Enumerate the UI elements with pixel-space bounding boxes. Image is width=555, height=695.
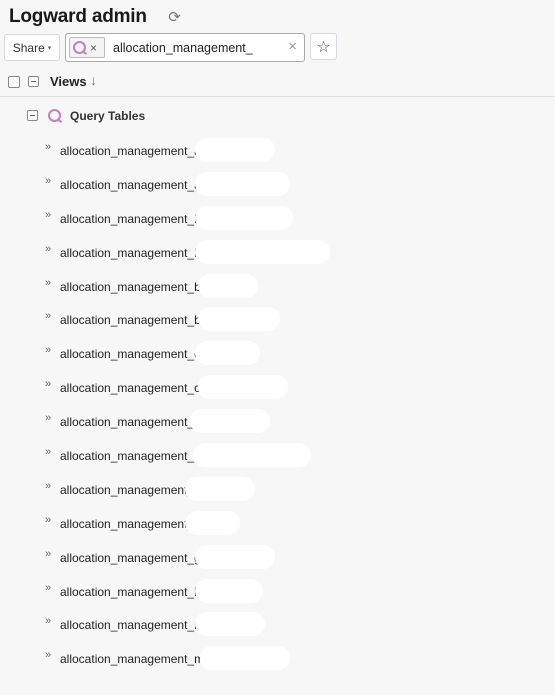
list-item[interactable]: » allocation_management_c (0, 341, 555, 377)
view-list: » allocation_management_a » allocation_mana… (0, 138, 555, 682)
list-item-label: allocation_management_a (60, 144, 201, 158)
list-item[interactable]: » allocation_management_ (0, 510, 555, 547)
list-item-label: allocation_management_a (60, 177, 201, 192)
query-icon (48, 109, 61, 122)
list-item[interactable]: » allocation_management_a (0, 138, 555, 174)
select-all-checkbox[interactable] (8, 76, 20, 88)
expand-chevron-icon[interactable]: » (45, 277, 51, 289)
redaction-mask (195, 138, 275, 162)
redaction-mask (195, 341, 260, 366)
redaction-mask (200, 646, 290, 671)
page-title: Logward admin (9, 6, 147, 27)
chevron-down-icon: ▾ (47, 44, 52, 52)
list-item-label: allocation_management_m (60, 618, 205, 633)
clear-search-icon[interactable]: × (288, 38, 297, 56)
redaction-mask (195, 171, 290, 196)
list-item[interactable]: » allocation_management_a (0, 171, 555, 208)
views-label[interactable]: Views (50, 74, 87, 89)
expand-chevron-icon[interactable]: » (45, 243, 51, 255)
list-item[interactable]: » allocation_management_ (0, 476, 555, 513)
redaction-mask (195, 544, 275, 569)
expand-chevron-icon[interactable]: » (45, 514, 51, 526)
sort-arrow-icon[interactable]: ↓ (90, 72, 97, 88)
redaction-mask (195, 578, 263, 603)
expand-chevron-icon[interactable]: » (45, 209, 51, 221)
list-item-label: allocation_management_g (60, 550, 201, 565)
list-item[interactable]: » allocation_management_e (0, 443, 555, 479)
redaction-mask (195, 239, 330, 264)
expand-chevron-icon[interactable]: » (45, 615, 51, 627)
list-item-label: allocation_management_B (60, 211, 203, 226)
search-input[interactable] (113, 39, 283, 57)
expand-chevron-icon[interactable]: » (45, 548, 51, 560)
expand-chevron-icon[interactable]: » (45, 446, 51, 458)
list-item-label: allocation_management_m (60, 652, 205, 667)
redaction-mask (190, 409, 270, 434)
redaction-mask (185, 476, 255, 501)
expand-chevron-icon[interactable]: » (45, 344, 51, 356)
views-header: Views ↓ (0, 70, 555, 97)
redaction-mask (195, 205, 293, 230)
list-item[interactable]: » allocation_management_l (0, 578, 555, 615)
list-item-label: allocation_management_e (60, 415, 201, 430)
list-item-label: allocation_management_ (60, 516, 195, 531)
search-box: × × (65, 33, 305, 62)
expand-chevron-icon[interactable]: » (45, 378, 51, 390)
redaction-mask (198, 375, 288, 400)
expand-chevron-icon[interactable]: » (45, 649, 51, 661)
share-button[interactable]: Share ▾ (4, 34, 60, 61)
list-item[interactable]: » allocation_management_co (0, 375, 555, 411)
share-label: Share (12, 40, 45, 55)
list-item-label: allocation_management_e (60, 449, 201, 464)
expand-chevron-icon[interactable]: » (45, 582, 51, 594)
query-icon (73, 41, 86, 54)
collapse-all-icon[interactable] (28, 76, 39, 87)
list-item-label: allocation_management_bo (60, 313, 208, 328)
list-item[interactable]: » allocation_management_m (0, 646, 555, 682)
expand-chevron-icon[interactable]: » (45, 175, 51, 187)
redaction-mask (193, 443, 311, 468)
list-item-label: allocation_management_bo (60, 279, 208, 294)
list-item[interactable]: » allocation_management_bo (0, 307, 555, 343)
remove-filter-icon[interactable]: × (90, 42, 97, 54)
redaction-mask (195, 612, 265, 637)
list-item-label: allocation_management_l (60, 584, 197, 599)
expand-chevron-icon[interactable]: » (45, 480, 51, 492)
redaction-mask (198, 307, 280, 332)
list-item[interactable]: » allocation_management_bo (0, 273, 555, 310)
list-item-label: allocation_management_co (60, 381, 207, 396)
expand-chevron-icon[interactable]: » (45, 310, 51, 322)
list-item[interactable]: » allocation_management_e (0, 409, 555, 445)
list-item-label: allocation_management_ (60, 482, 195, 497)
collapse-group-icon[interactable] (27, 110, 38, 121)
list-item-label: allocation_management_c (60, 347, 201, 362)
group-label: Query Tables (70, 109, 146, 123)
star-icon: ☆ (316, 38, 331, 56)
expand-chevron-icon[interactable]: » (45, 412, 51, 424)
refresh-icon[interactable]: ⟳ (166, 9, 183, 26)
redaction-mask (185, 510, 240, 535)
redaction-mask (198, 273, 258, 298)
favorite-button[interactable]: ☆ (310, 33, 337, 60)
list-item[interactable]: » allocation_management_g (0, 544, 555, 581)
list-item-label: allocation_management_B (60, 245, 203, 260)
expand-chevron-icon[interactable]: » (45, 141, 51, 153)
filter-chip: × (69, 37, 105, 58)
list-item[interactable]: » allocation_management_m (0, 612, 555, 648)
group-query-tables[interactable]: Query Tables (0, 105, 555, 127)
list-item[interactable]: » allocation_management_B (0, 205, 555, 242)
list-item[interactable]: » allocation_management_B (0, 239, 555, 276)
